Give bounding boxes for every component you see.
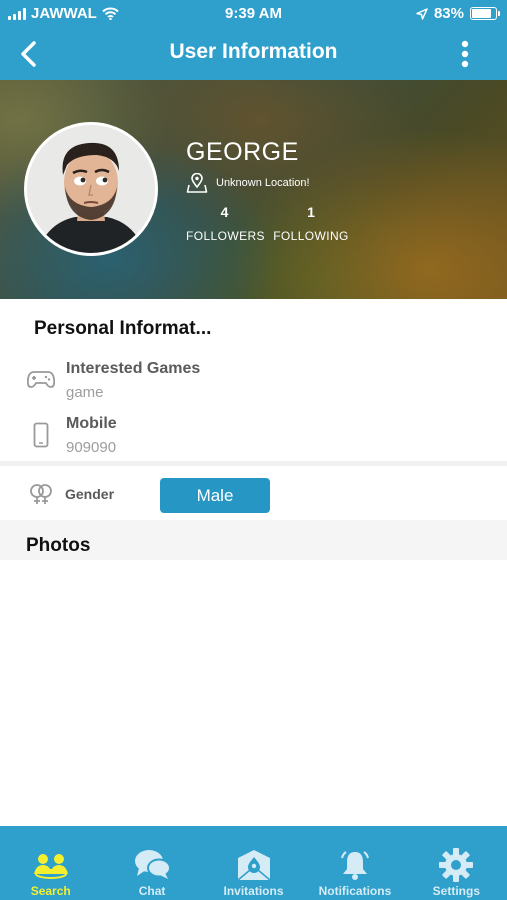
tab-chat[interactable]: Chat <box>101 826 202 900</box>
followers-label: FOLLOWERS <box>186 229 265 243</box>
personal-info-title: Personal Informat... <box>34 318 212 339</box>
interested-games-row: Interested Games game <box>0 360 507 410</box>
tab-bar: Search Chat Invitations Notifications Se… <box>0 826 507 900</box>
status-bar: JAWWAL 9:39 AM 83% <box>0 0 507 28</box>
page-title: User Information <box>169 40 338 63</box>
gender-row: Gender Male <box>0 476 507 516</box>
mobile-value: 909090 <box>66 439 117 456</box>
mobile-row: Mobile 909090 <box>0 415 507 465</box>
mobile-phone-icon <box>26 420 56 450</box>
user-name: GEORGE <box>186 138 299 166</box>
location-text: Unknown Location! <box>216 177 310 189</box>
gender-label: Gender <box>65 486 115 502</box>
status-right: 83% <box>416 5 500 22</box>
avatar[interactable] <box>24 122 158 256</box>
profile-header: GEORGE Unknown Location! 4 FOLLOWERS 1 F… <box>0 80 507 299</box>
location-arrow-icon <box>416 7 428 20</box>
more-vertical-icon <box>461 40 469 68</box>
tab-search[interactable]: Search <box>0 826 101 900</box>
tab-settings-label: Settings <box>432 884 480 898</box>
battery-percent: 83% <box>433 5 464 22</box>
tab-invitations[interactable]: Invitations <box>203 826 304 900</box>
tab-notifications[interactable]: Notifications <box>304 826 405 900</box>
section-divider <box>0 461 507 466</box>
battery-fill <box>472 9 492 18</box>
following-count: 1 <box>307 204 315 220</box>
gear-icon <box>438 846 474 884</box>
bell-icon <box>339 846 371 884</box>
photos-section: Photos <box>0 520 507 560</box>
more-options-button[interactable] <box>447 38 483 70</box>
following-stat[interactable]: 1 FOLLOWING <box>273 204 349 245</box>
photos-title: Photos <box>26 535 91 556</box>
location-info: Unknown Location! <box>186 173 310 193</box>
tab-settings[interactable]: Settings <box>406 826 507 900</box>
following-label: FOLLOWING <box>273 229 349 243</box>
tab-notifications-label: Notifications <box>318 884 392 898</box>
tab-invitations-label: Invitations <box>223 884 284 898</box>
nav-bar: User Information <box>0 28 507 80</box>
battery-icon <box>470 7 500 20</box>
followers-stat[interactable]: 4 FOLLOWERS <box>186 204 265 245</box>
invitation-envelope-icon <box>235 846 273 884</box>
followers-count: 4 <box>220 204 229 220</box>
chat-bubbles-icon <box>133 846 172 884</box>
interested-games-label: Interested Games <box>66 360 201 377</box>
interested-games-value: game <box>66 384 104 401</box>
map-pin-icon <box>186 173 208 193</box>
tab-search-label: Search <box>30 884 71 898</box>
avatar-image <box>27 125 155 253</box>
gamepad-icon <box>26 364 56 394</box>
tab-chat-label: Chat <box>138 884 166 898</box>
mobile-label: Mobile <box>66 415 117 432</box>
gender-button[interactable]: Male <box>160 478 270 513</box>
gender-icon <box>28 481 54 507</box>
search-users-icon <box>31 846 71 884</box>
